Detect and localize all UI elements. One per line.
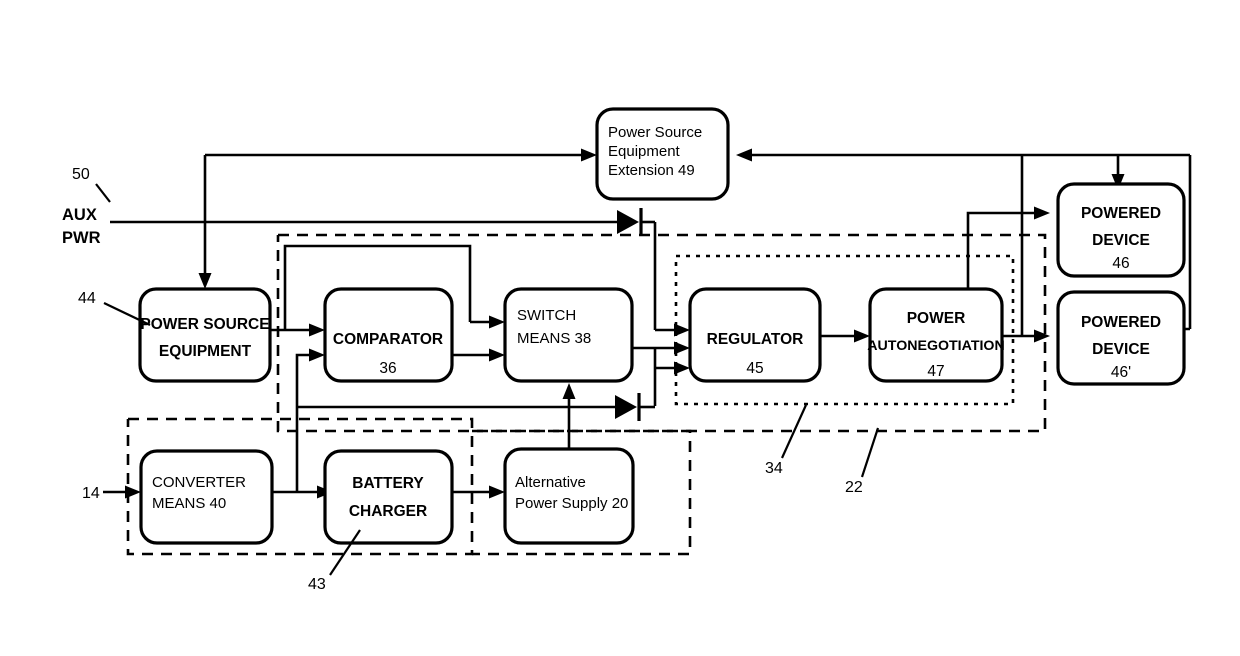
converter-line2: MEANS 40 xyxy=(152,495,226,512)
block-switch-means: SWITCH MEANS 38 xyxy=(503,287,634,383)
arrowhead-pd46-left-in xyxy=(1034,206,1050,220)
block-powered-device-46: POWERED DEVICE 46 xyxy=(1056,182,1186,278)
autonegotiation-line1: POWER xyxy=(907,310,966,327)
comparator-line2: 36 xyxy=(379,360,396,377)
pse-extension-line3: Extension 49 xyxy=(608,162,695,179)
block-pse-shape xyxy=(138,287,272,383)
block-alternative-power-supply: Alternative Power Supply 20 xyxy=(503,447,635,545)
battery-charger-line2: CHARGER xyxy=(349,503,427,520)
alt-supply-line2: Power Supply 20 xyxy=(515,495,628,512)
pse-line2: EQUIPMENT xyxy=(159,343,252,360)
block-powered-device-46p: POWERED DEVICE 46' xyxy=(1056,290,1186,386)
pd46-line3: 46 xyxy=(1112,255,1129,272)
pse-extension-line1: Power Source xyxy=(608,124,702,141)
arrowhead-pse-extension-left xyxy=(581,148,597,162)
arrowhead-comparator-in-1 xyxy=(309,323,325,337)
aux-pwr-line2: PWR xyxy=(62,229,101,247)
ref-label-22: 22 xyxy=(845,479,863,496)
arrowhead-pd46p-left-in xyxy=(1034,329,1050,343)
comparator-line1: COMPARATOR xyxy=(333,331,443,348)
block-power-source-equipment: POWER SOURCE EQUIPMENT xyxy=(138,287,272,383)
block-pse-extension: Power Source Equipment Extension 49 xyxy=(595,107,730,201)
arrowhead-comparator-in-2 xyxy=(309,348,325,362)
pd46p-line2: DEVICE xyxy=(1092,341,1150,358)
block-power-autonegotiation: POWER AUTONEGOTIATION 47 xyxy=(867,287,1005,383)
pd46p-line3: 46' xyxy=(1111,364,1131,381)
pd46-line2: DEVICE xyxy=(1092,232,1150,249)
block-converter-means: CONVERTER MEANS 40 xyxy=(139,449,274,545)
arrowhead-pse-top xyxy=(198,273,212,289)
block-regulator: REGULATOR 45 xyxy=(688,287,822,383)
autonegotiation-line2: AUTONEGOTIATION xyxy=(867,338,1004,354)
diode-1-triangle xyxy=(617,210,639,234)
ref-label-50: 50 xyxy=(72,166,90,183)
arrowhead-regulator-in-bottom xyxy=(674,361,690,375)
leader-22 xyxy=(860,427,880,478)
arrowhead-switch-bottom-in xyxy=(562,383,576,399)
wire-autoneg-riser-to-pd46 xyxy=(966,211,1042,289)
wire-charger-riser-to-comparator xyxy=(295,353,317,492)
regulator-line2: 45 xyxy=(746,360,763,377)
switch-means-line2: MEANS 38 xyxy=(517,330,591,347)
ref-label-44: 44 xyxy=(78,290,96,307)
pse-extension-line2: Equipment xyxy=(608,143,681,160)
autonegotiation-line3: 47 xyxy=(927,363,944,380)
diode-2-triangle xyxy=(615,395,637,419)
arrowhead-regulator-in-top xyxy=(674,323,690,337)
battery-charger-line1: BATTERY xyxy=(352,475,424,492)
alt-supply-line1: Alternative xyxy=(515,474,586,491)
arrowhead-alt-supply-in xyxy=(489,485,505,499)
arrowhead-switch-in-bottom xyxy=(489,348,505,362)
switch-means-line1: SWITCH xyxy=(517,307,576,324)
ref-label-34: 34 xyxy=(765,460,783,477)
arrowhead-regulator-in-mid xyxy=(674,341,690,355)
ref-label-14: 14 xyxy=(82,485,100,502)
converter-line1: CONVERTER xyxy=(152,474,246,491)
pse-line1: POWER SOURCE xyxy=(140,316,269,333)
leader-50 xyxy=(95,183,111,203)
arrowhead-pse-extension-right xyxy=(736,148,752,162)
aux-pwr-line1: AUX xyxy=(62,206,97,224)
block-comparator: COMPARATOR 36 xyxy=(323,287,454,383)
block-battery-charger-shape xyxy=(323,449,454,545)
ref-label-43: 43 xyxy=(308,576,326,593)
regulator-line1: REGULATOR xyxy=(707,331,804,348)
pd46-line1: POWERED xyxy=(1081,205,1161,222)
arrowhead-switch-in-top xyxy=(489,315,505,329)
patent-block-diagram: Power Source Equipment Extension 49 POWE… xyxy=(0,0,1240,656)
pd46p-line1: POWERED xyxy=(1081,314,1161,331)
block-battery-charger: BATTERY CHARGER xyxy=(323,449,454,545)
arrowhead-converter-in xyxy=(125,485,141,499)
